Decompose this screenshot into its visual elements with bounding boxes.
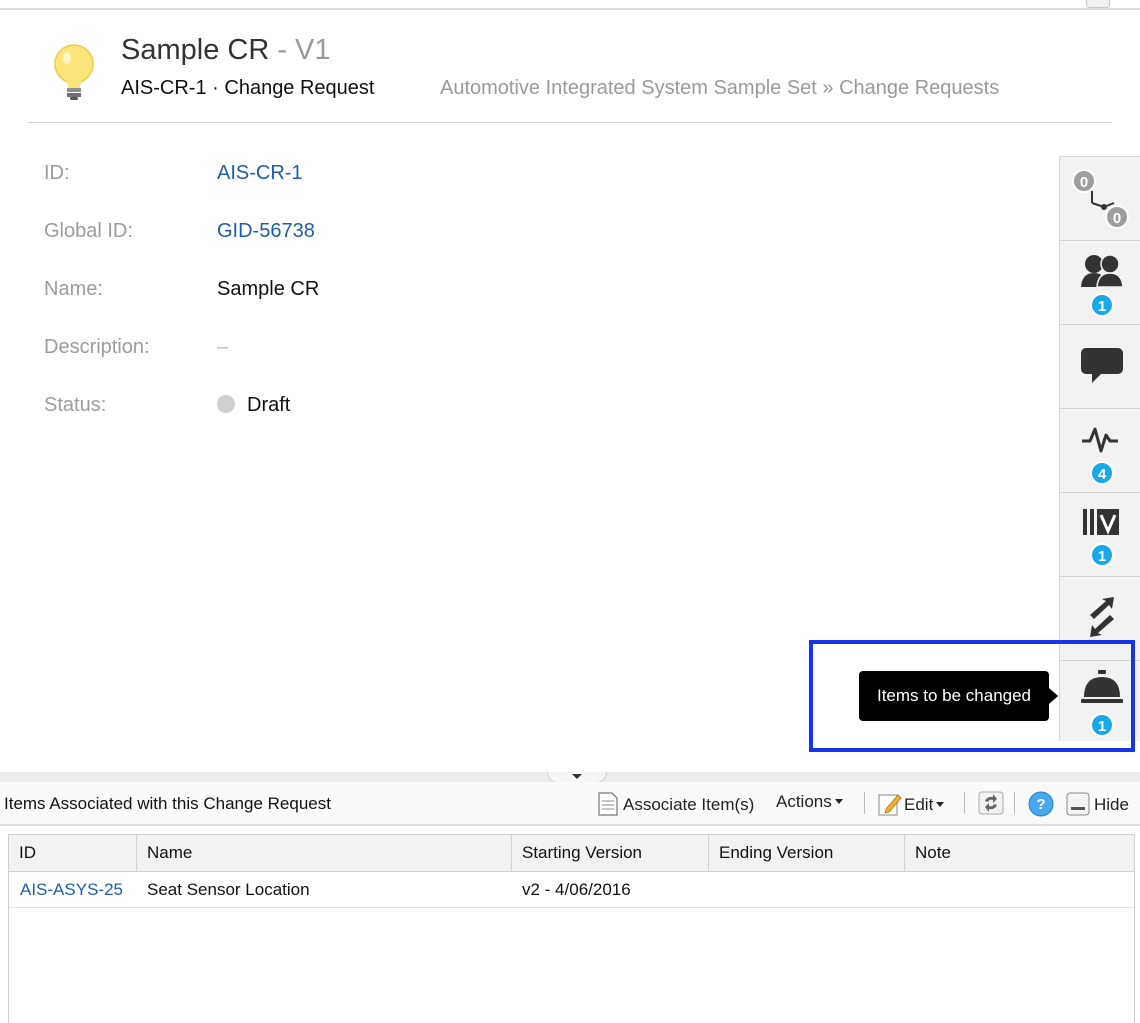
associated-items-table: ID Name Starting Version Ending Version … (8, 834, 1135, 1023)
edit-menu[interactable]: Edit (878, 792, 945, 816)
item-id-label: AIS-CR-1 (121, 77, 207, 99)
field-description-label: Description: (44, 336, 150, 358)
item-version: - V1 (277, 34, 331, 66)
page-title: Sample CR - V1 (121, 34, 331, 67)
users-count-badge: 1 (1090, 293, 1114, 317)
field-status-label: Status: (44, 394, 107, 416)
versions-icon (1083, 509, 1119, 535)
column-header-id[interactable]: ID (9, 835, 137, 871)
activity-icon (1082, 427, 1118, 453)
field-global-id-label: Global ID: (44, 220, 133, 242)
associate-items-label: Associate Item(s) (623, 795, 755, 814)
row-starting-version-cell: v2 - 4/06/2016 (522, 880, 631, 899)
item-subtitle: AIS-CR-1 · Change Request (121, 77, 374, 100)
versions-count-badge: 1 (1090, 543, 1114, 567)
help-icon: ? (1028, 791, 1054, 817)
rail-users-button[interactable]: 1 (1060, 241, 1140, 325)
column-header-note[interactable]: Note (905, 835, 1134, 871)
minimize-icon (1066, 792, 1090, 816)
column-header-name[interactable]: Name (137, 835, 512, 871)
actions-label: Actions (776, 792, 832, 811)
row-note-cell (905, 872, 1134, 907)
sync-arrows-icon (1090, 597, 1114, 637)
field-name-label: Name: (44, 278, 103, 300)
column-header-starting-version[interactable]: Starting Version (512, 835, 709, 871)
field-id-value[interactable]: AIS-CR-1 (217, 162, 303, 185)
row-ending-version-cell (709, 872, 905, 907)
column-header-ending-version[interactable]: Ending Version (709, 835, 905, 871)
subtitle-separator: · (212, 77, 219, 99)
status-dot-icon (217, 395, 235, 413)
refresh-button[interactable] (978, 791, 1004, 820)
chevron-down-icon (936, 802, 945, 807)
toolbar-divider (1014, 792, 1015, 814)
document-icon (598, 792, 618, 816)
toolbar-divider (864, 792, 865, 814)
field-description-value[interactable]: – (217, 336, 228, 359)
chevron-down-icon (834, 799, 843, 804)
item-header: Sample CR - V1 AIS-CR-1 · Change Request… (28, 28, 1112, 123)
breadcrumb[interactable]: Automotive Integrated System Sample Set … (440, 77, 999, 100)
item-title: Sample CR (121, 34, 270, 66)
comment-icon (1081, 348, 1123, 383)
rail-relationships-button[interactable]: 0 0 (1060, 157, 1140, 241)
users-icon (1081, 254, 1124, 288)
refresh-icon (978, 791, 1004, 815)
activity-count-badge: 4 (1090, 461, 1114, 485)
items-to-change-tooltip: Items to be changed (859, 671, 1058, 721)
svg-text:?: ? (1036, 796, 1045, 813)
actions-menu[interactable]: Actions (776, 792, 843, 812)
field-id-label: ID: (44, 162, 70, 184)
hide-label: Hide (1094, 795, 1129, 814)
downstream-count-badge: 0 (1105, 205, 1129, 229)
field-global-id-value[interactable]: GID-56738 (217, 220, 315, 243)
associate-items-button[interactable]: Associate Item(s) (597, 792, 754, 816)
row-name-cell: Seat Sensor Location (147, 880, 310, 899)
panel-title: Items Associated with this Change Reques… (4, 794, 331, 813)
hide-panel-button[interactable]: Hide (1066, 792, 1129, 816)
toolbar-divider (964, 792, 965, 814)
item-type-label: Change Request (224, 77, 375, 99)
pencil-icon (878, 794, 902, 816)
rail-comments-button[interactable] (1060, 325, 1140, 409)
rail-activity-button[interactable]: 4 (1060, 409, 1140, 493)
help-button[interactable]: ? (1028, 791, 1054, 822)
upstream-count-badge: 0 (1072, 169, 1096, 193)
row-id-link[interactable]: AIS-ASYS-25 (10, 872, 137, 907)
lightbulb-icon (54, 44, 94, 100)
associated-items-toolbar: Items Associated with this Change Reques… (0, 782, 1140, 826)
table-header: ID Name Starting Version Ending Version … (9, 835, 1134, 872)
table-row[interactable]: AIS-ASYS-25 Seat Sensor Location v2 - 4/… (9, 872, 1134, 908)
field-status-value[interactable]: Draft (217, 394, 290, 417)
status-text: Draft (247, 394, 291, 416)
rail-versions-button[interactable]: 1 (1060, 493, 1140, 577)
window-control-button[interactable] (1086, 0, 1110, 8)
field-name-value[interactable]: Sample CR (217, 278, 319, 301)
top-divider (0, 0, 1140, 10)
edit-label: Edit (904, 795, 934, 814)
